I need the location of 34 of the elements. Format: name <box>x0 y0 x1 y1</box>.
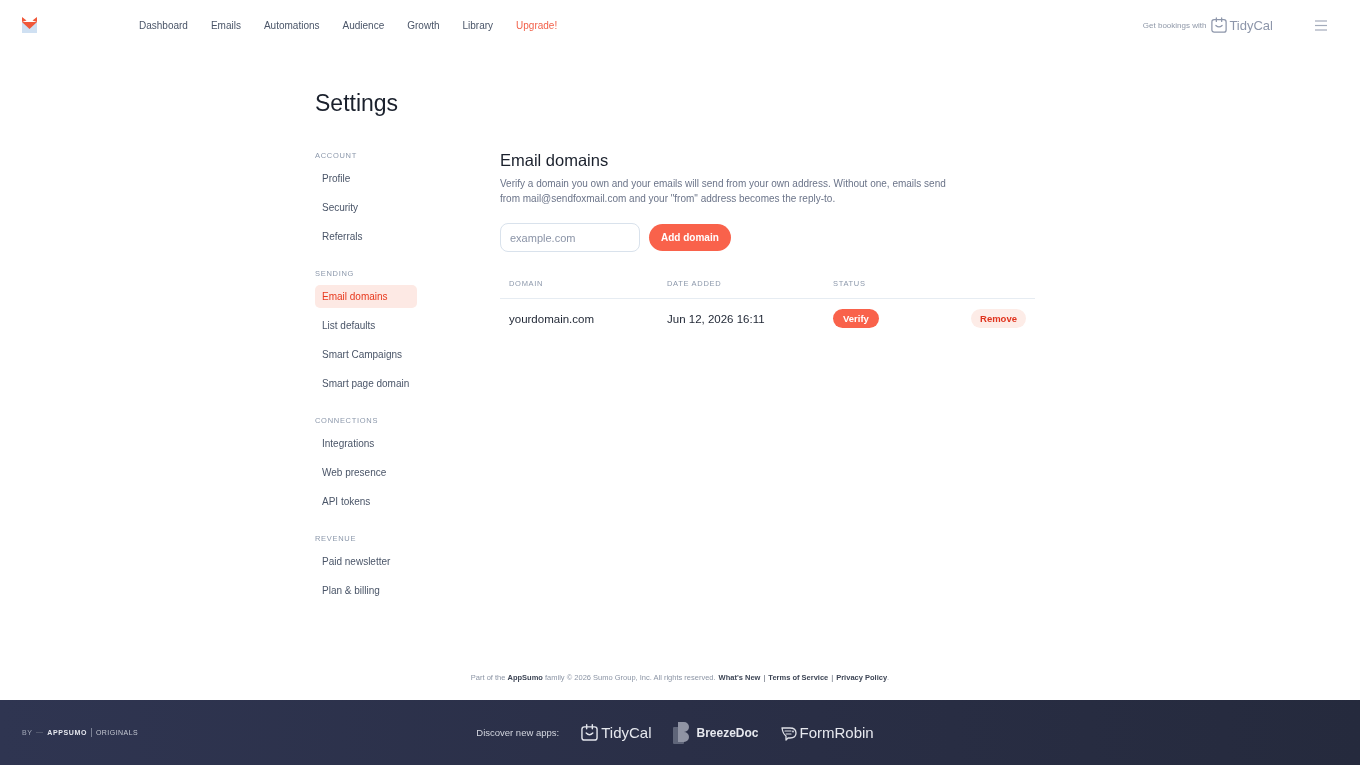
sidebar-item[interactable]: API tokens <box>315 489 417 513</box>
sidebar-item[interactable]: Smart Campaigns <box>315 342 417 366</box>
nav-link[interactable]: Dashboard <box>139 19 188 31</box>
date-cell: Jun 12, 2026 16:11 <box>667 312 765 325</box>
app-name[interactable]: BreezeDoc <box>696 725 759 740</box>
sidebar-item[interactable]: List defaults <box>315 313 417 337</box>
sidebar-item[interactable]: Integrations <box>315 431 417 455</box>
app-name[interactable]: FormRobin <box>799 724 874 741</box>
domain-cell: yourdomain.com <box>509 312 594 325</box>
sidebar-item[interactable]: Referrals <box>315 224 417 248</box>
sidebar-item[interactable]: Smart page domain <box>315 371 417 395</box>
section-description: Verify a domain you own and your emails will send from your own address. Without one, emails send from mail@sendfoxmail.com and your "from" address becomes the reply-to. <box>500 176 947 206</box>
nav-link[interactable]: Automations <box>263 19 320 31</box>
section-title: Email domains <box>500 150 609 170</box>
page-title: Settings <box>315 89 399 117</box>
nav-link[interactable]: Audience <box>342 19 385 31</box>
domain-input[interactable]: example.com <box>500 223 640 252</box>
stacked-blocks-icon[interactable] <box>673 721 692 744</box>
nav-link[interactable]: Growth <box>407 19 440 31</box>
nav-link[interactable]: Library <box>462 19 494 31</box>
sidebar-item[interactable]: Email domains <box>315 284 417 308</box>
speech-bubble-icon[interactable] <box>780 724 797 741</box>
sidebar-item[interactable]: Plan & billing <box>315 578 417 602</box>
sidebar-item[interactable]: Profile <box>315 166 417 190</box>
remove-button[interactable]: Remove <box>971 309 1026 328</box>
discover-label: Discover new apps: <box>476 727 560 738</box>
app-name[interactable]: TidyCal <box>601 724 652 741</box>
sidebar-item[interactable]: Security <box>315 195 417 219</box>
sidebar-item[interactable]: Web presence <box>315 460 417 484</box>
sidebar-item[interactable]: Paid newsletter <box>315 549 417 573</box>
nav-link[interactable]: Emails <box>210 19 241 31</box>
promo-text: Get bookings with <box>1142 20 1207 30</box>
calendar-icon[interactable] <box>581 724 599 741</box>
fox-logo-icon[interactable] <box>22 17 37 33</box>
